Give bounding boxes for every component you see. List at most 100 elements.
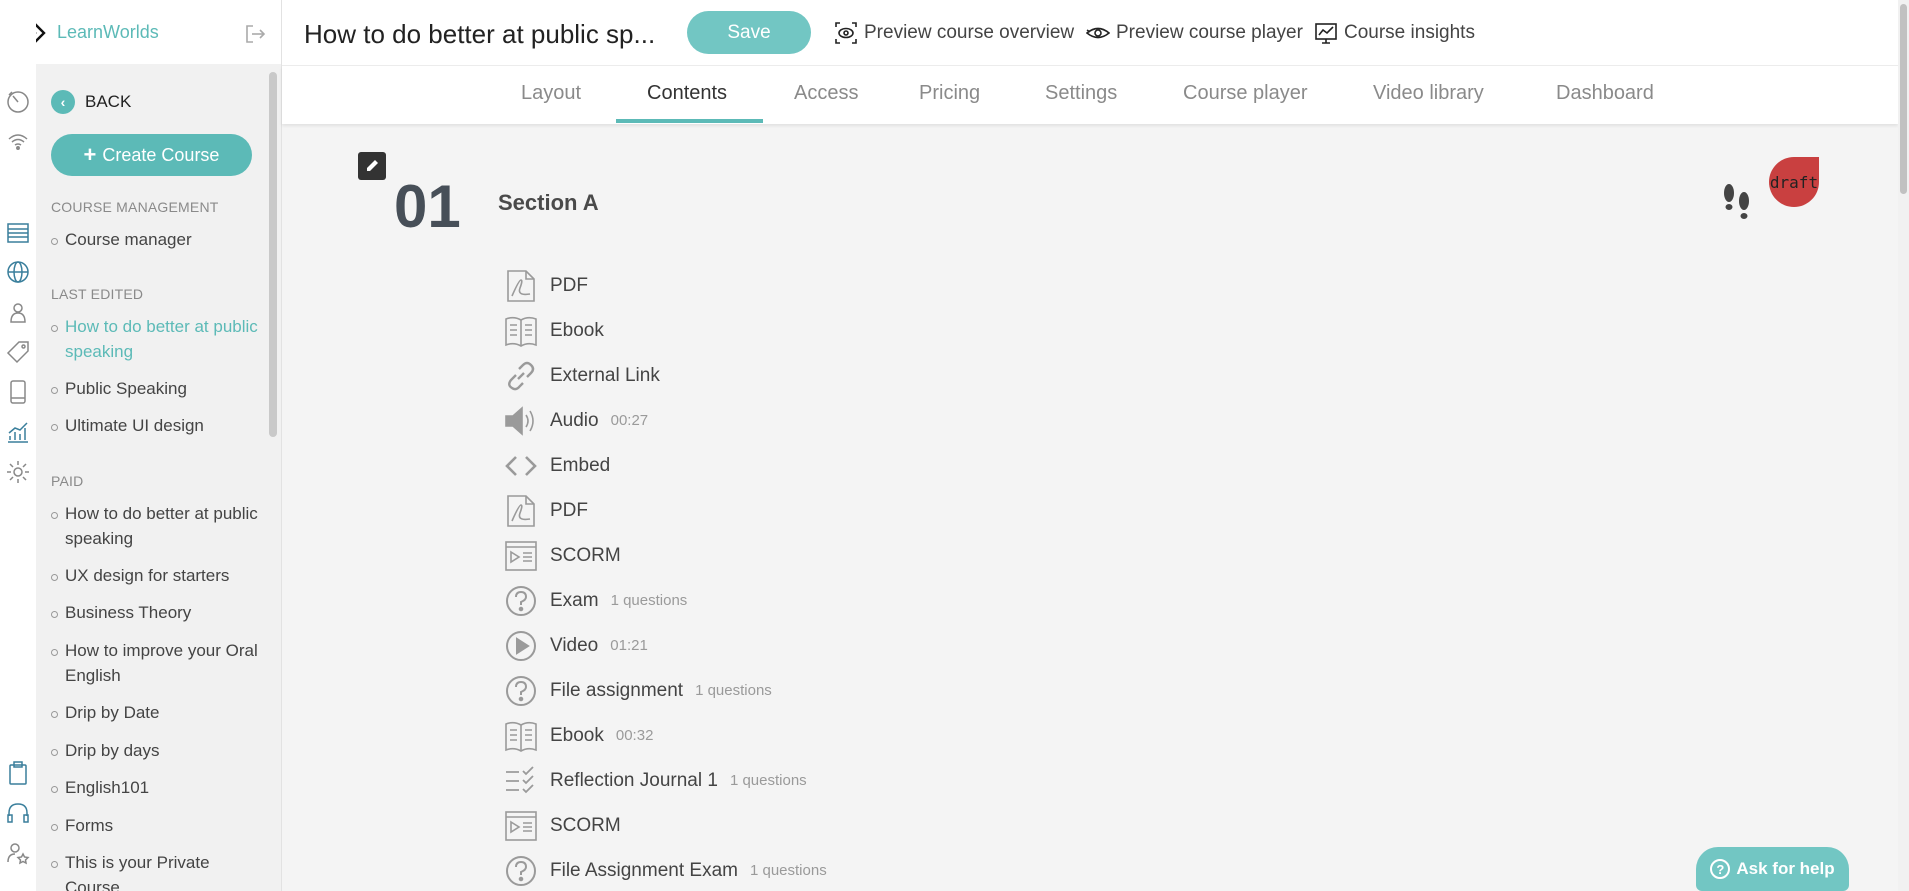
sidebar-scrollbar[interactable]: [269, 72, 277, 437]
lesson-name: Embed: [550, 454, 611, 476]
lesson-item[interactable]: Ebook: [503, 308, 827, 353]
ask-for-help-label: Ask for help: [1736, 859, 1835, 878]
mobile-icon[interactable]: [5, 379, 31, 405]
settings-icon[interactable]: [5, 459, 31, 485]
link-icon: [503, 358, 539, 394]
edit-section-button[interactable]: [358, 152, 386, 180]
tab-bar: Layout Contents Access Pricing Settings …: [282, 66, 1898, 124]
preview-player-label: Preview course player: [1116, 22, 1303, 43]
sidebar-item-paid-public-speaking[interactable]: How to do better at public speaking: [51, 501, 266, 551]
question-icon: [503, 583, 539, 619]
sidebar-item-english101[interactable]: English101: [51, 775, 266, 800]
sidebar-item-public-speaking-active[interactable]: How to do better at public speaking: [51, 314, 266, 364]
lesson-name: PDF: [550, 499, 588, 521]
back-button[interactable]: ‹ BACK: [51, 90, 131, 114]
speedometer-icon[interactable]: [5, 88, 31, 114]
lesson-meta: 00:32: [615, 727, 654, 744]
course-insights-link[interactable]: Course insights: [1314, 21, 1475, 45]
lesson-name: Ebook: [550, 319, 604, 341]
main-scrollbar[interactable]: [1898, 0, 1909, 891]
clipboard-icon[interactable]: [5, 760, 31, 786]
lesson-item[interactable]: SCORM: [503, 803, 827, 848]
preview-overview-icon: [835, 22, 857, 44]
sidebar-item-drip-by-date[interactable]: Drip by Date: [51, 700, 266, 725]
insights-chart-icon: [1315, 23, 1337, 44]
lesson-meta: 1 questions: [610, 592, 688, 609]
courses-icon[interactable]: [5, 220, 31, 246]
lesson-item[interactable]: Ebook 00:32: [503, 713, 827, 758]
section-heading-paid: PAID: [51, 473, 84, 489]
lesson-item[interactable]: PDF: [503, 488, 827, 533]
user-star-icon[interactable]: [5, 840, 31, 866]
eye-icon: [1086, 27, 1110, 39]
sidebar-item-ultimate-ui-design[interactable]: Ultimate UI design: [51, 413, 266, 438]
section-heading-last-edited: LAST EDITED: [51, 286, 144, 302]
lesson-item[interactable]: Reflection Journal 1 1 questions: [503, 758, 827, 803]
lesson-name: Reflection Journal 1: [550, 769, 718, 791]
tab-pricing[interactable]: Pricing: [919, 82, 980, 105]
sidebar-item-public-speaking[interactable]: Public Speaking: [51, 376, 266, 401]
pdf-icon: [503, 493, 539, 529]
help-question-icon: ?: [1710, 859, 1731, 879]
learnworlds-logo-icon[interactable]: [36, 16, 46, 50]
tab-access[interactable]: Access: [794, 82, 858, 105]
sidebar-item-oral-english[interactable]: How to improve your Oral English: [51, 638, 266, 688]
lesson-item[interactable]: Exam 1 questions: [503, 578, 827, 623]
save-button[interactable]: Save: [687, 11, 811, 54]
lesson-name: SCORM: [550, 814, 621, 836]
course-title: How to do better at public sp...: [304, 19, 656, 49]
preview-course-overview-link[interactable]: Preview course overview: [834, 21, 1074, 45]
lesson-item[interactable]: File assignment 1 questions: [503, 668, 827, 713]
lesson-name: File assignment: [550, 679, 684, 701]
sidebar-item-business-theory[interactable]: Business Theory: [51, 600, 266, 625]
ask-for-help-button[interactable]: ? Ask for help: [1696, 847, 1849, 891]
sidebar-item-drip-by-days[interactable]: Drip by days: [51, 738, 266, 763]
audio-icon: [503, 403, 539, 439]
plus-icon: +: [83, 142, 97, 167]
preview-course-player-link[interactable]: Preview course player: [1086, 21, 1303, 45]
lesson-item[interactable]: Audio 00:27: [503, 398, 827, 443]
tab-video-library[interactable]: Video library: [1373, 82, 1484, 105]
lesson-item[interactable]: Embed: [503, 443, 827, 488]
scorm-icon: [503, 808, 539, 844]
sidebar-item-forms[interactable]: Forms: [51, 813, 266, 838]
lesson-item[interactable]: External Link: [503, 353, 827, 398]
sidebar-item-ux-design[interactable]: UX design for starters: [51, 563, 266, 588]
question-icon: [503, 673, 539, 709]
lesson-meta: 01:21: [610, 637, 648, 654]
footprints-icon[interactable]: [1720, 182, 1754, 224]
section-title: Section A: [498, 190, 599, 215]
headset-icon[interactable]: [5, 800, 31, 826]
tag-icon[interactable]: [5, 339, 31, 365]
wifi-icon[interactable]: [5, 128, 31, 154]
lesson-meta: 1 questions: [729, 772, 807, 789]
app-name: LearnWorlds: [57, 22, 159, 42]
lesson-name: Exam: [550, 589, 599, 611]
tab-layout[interactable]: Layout: [521, 82, 581, 105]
tab-dashboard[interactable]: Dashboard: [1556, 82, 1654, 105]
course-insights-label: Course insights: [1344, 22, 1475, 43]
embed-icon: [503, 448, 539, 484]
lesson-item[interactable]: File Assignment Exam 1 questions: [503, 848, 827, 891]
analytics-icon[interactable]: [5, 419, 31, 445]
globe-icon[interactable]: [5, 259, 31, 285]
course-header: How to do better at public sp... Save Pr…: [282, 0, 1898, 66]
user-icon[interactable]: [5, 299, 31, 325]
create-course-button[interactable]: + Create Course: [51, 134, 252, 176]
sidebar-item-private-course[interactable]: This is your Private Course: [51, 850, 266, 891]
icon-rail: [0, 0, 36, 891]
pdf-icon: [503, 268, 539, 304]
tab-course-player[interactable]: Course player: [1183, 82, 1308, 105]
ebook-icon: [503, 313, 539, 349]
chevron-left-icon: ‹: [51, 90, 75, 114]
logout-icon[interactable]: [244, 23, 266, 45]
lesson-name: External Link: [550, 364, 660, 386]
tab-contents[interactable]: Contents: [647, 82, 727, 105]
lesson-item[interactable]: SCORM: [503, 533, 827, 578]
main-scrollbar-thumb[interactable]: [1900, 4, 1907, 194]
sidebar-item-course-manager[interactable]: Course manager: [51, 227, 266, 252]
section-heading-course-management: COURSE MANAGEMENT: [51, 199, 219, 215]
tab-settings[interactable]: Settings: [1045, 82, 1117, 105]
lesson-item[interactable]: PDF: [503, 263, 827, 308]
lesson-item[interactable]: Video 01:21: [503, 623, 827, 668]
